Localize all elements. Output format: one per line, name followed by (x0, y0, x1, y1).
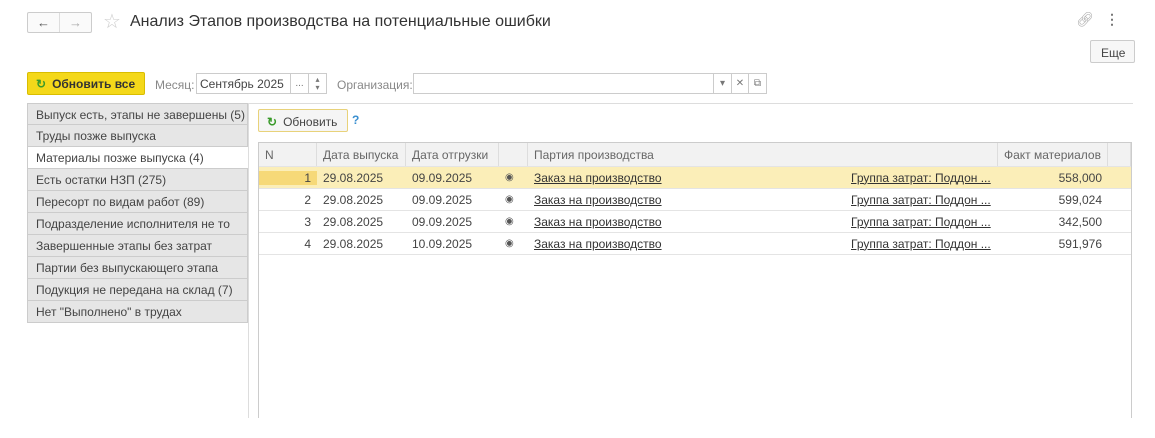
help-icon[interactable]: ? (352, 113, 359, 127)
nav-buttons: ← → (27, 12, 92, 33)
sidebar-item[interactable]: Подукция не передана на склад (7) (27, 279, 248, 301)
cost-group-link[interactable]: Группа затрат: Поддон ... (851, 193, 991, 207)
favorite-star-icon[interactable]: ☆ (103, 9, 121, 34)
clear-icon[interactable]: ✕ (731, 73, 749, 94)
ship-date: 09.09.2025 (412, 214, 473, 229)
organization-input[interactable] (413, 73, 714, 94)
col-ship-date[interactable]: Дата отгрузки (406, 143, 499, 166)
sidebar-item[interactable]: Есть остатки НЗП (275) (27, 169, 248, 191)
refresh-label: Обновить (283, 115, 338, 129)
table-row[interactable]: 2 29.08.2025 09.09.2025 ◉ Заказ на произ… (259, 189, 1131, 211)
divider (248, 103, 1133, 104)
refresh-icon: ↻ (267, 115, 278, 129)
ship-date: 10.09.2025 (412, 236, 473, 251)
col-n[interactable]: N (259, 143, 317, 166)
release-date: 29.08.2025 (323, 170, 384, 185)
row-number: 2 (304, 192, 311, 207)
open-icon[interactable]: ⧉ (748, 73, 767, 94)
refresh-all-label: Обновить все (52, 77, 136, 91)
table-header: N Дата выпуска Дата отгрузки Партия прои… (259, 143, 1131, 167)
eye-icon[interactable]: ◉ (499, 238, 528, 249)
link-icon[interactable]: 🔗︎ (1076, 11, 1094, 28)
table-row[interactable]: 3 29.08.2025 09.09.2025 ◉ Заказ на произ… (259, 211, 1131, 233)
refresh-button[interactable]: ↻ Обновить (258, 109, 348, 132)
more-button[interactable]: Еще (1090, 40, 1135, 63)
eye-icon[interactable]: ◉ (499, 194, 528, 205)
fact-materials: 342,500 (1058, 214, 1102, 229)
col-icon[interactable] (499, 143, 528, 166)
sidebar-item[interactable]: Подразделение исполнителя не то (27, 213, 248, 235)
table-row[interactable]: 1 29.08.2025 09.09.2025 ◉ Заказ на произ… (259, 167, 1131, 189)
release-date: 29.08.2025 (323, 236, 384, 251)
month-select-button[interactable]: ... (290, 73, 309, 94)
sidebar: Выпуск есть, этапы не завершены (5) Труд… (27, 103, 248, 323)
fact-materials: 599,024 (1058, 192, 1102, 207)
sidebar-item[interactable]: Нет "Выполнено" в трудах (27, 301, 248, 323)
refresh-all-button[interactable]: ↻ Обновить все (27, 72, 145, 95)
forward-button[interactable]: → (59, 13, 91, 32)
row-number: 4 (304, 236, 311, 251)
batch-link[interactable]: Заказ на производство (534, 171, 662, 185)
dropdown-icon[interactable]: ▾ (713, 73, 732, 94)
cost-group-link[interactable]: Группа затрат: Поддон ... (851, 215, 991, 229)
back-button[interactable]: ← (28, 13, 59, 32)
release-date: 29.08.2025 (323, 192, 384, 207)
col-fact-materials[interactable]: Факт материалов (998, 143, 1108, 166)
month-spinner[interactable]: ▴ ▾ (308, 73, 327, 94)
month-label: Месяц: (155, 78, 195, 92)
batch-link[interactable]: Заказ на производство (534, 193, 662, 207)
release-date: 29.08.2025 (323, 214, 384, 229)
results-table: N Дата выпуска Дата отгрузки Партия прои… (258, 142, 1132, 418)
cost-group-link[interactable]: Группа затрат: Поддон ... (851, 237, 991, 251)
eye-icon[interactable]: ◉ (499, 216, 528, 227)
month-input[interactable]: Сентябрь 2025 (196, 73, 291, 94)
sidebar-item[interactable]: Выпуск есть, этапы не завершены (5) (27, 103, 248, 125)
organization-label: Организация: (337, 78, 413, 92)
batch-link[interactable]: Заказ на производство (534, 215, 662, 229)
page-title: Анализ Этапов производства на потенциаль… (130, 13, 551, 30)
batch-link[interactable]: Заказ на производство (534, 237, 662, 251)
table-row[interactable]: 4 29.08.2025 10.09.2025 ◉ Заказ на произ… (259, 233, 1131, 255)
sidebar-item-selected[interactable]: Материалы позже выпуска (4) (27, 147, 248, 169)
divider (248, 103, 249, 418)
sidebar-item[interactable]: Труды позже выпуска (27, 125, 248, 147)
eye-icon[interactable]: ◉ (499, 172, 528, 183)
sidebar-item[interactable]: Партии без выпускающего этапа (27, 257, 248, 279)
sidebar-item[interactable]: Завершенные этапы без затрат (27, 235, 248, 257)
cost-group-link[interactable]: Группа затрат: Поддон ... (851, 171, 991, 185)
more-vertical-icon[interactable]: ⋮ (1105, 11, 1119, 28)
row-number: 3 (304, 214, 311, 229)
ship-date: 09.09.2025 (412, 192, 473, 207)
fact-materials: 591,976 (1058, 236, 1102, 251)
fact-materials: 558,000 (1058, 170, 1102, 185)
col-extra (1108, 143, 1131, 166)
row-number: 1 (259, 170, 317, 185)
refresh-icon: ↻ (36, 77, 47, 91)
sidebar-item[interactable]: Пересорт по видам работ (89) (27, 191, 248, 213)
col-batch[interactable]: Партия производства (528, 143, 998, 166)
col-release-date[interactable]: Дата выпуска (317, 143, 406, 166)
ship-date: 09.09.2025 (412, 170, 473, 185)
